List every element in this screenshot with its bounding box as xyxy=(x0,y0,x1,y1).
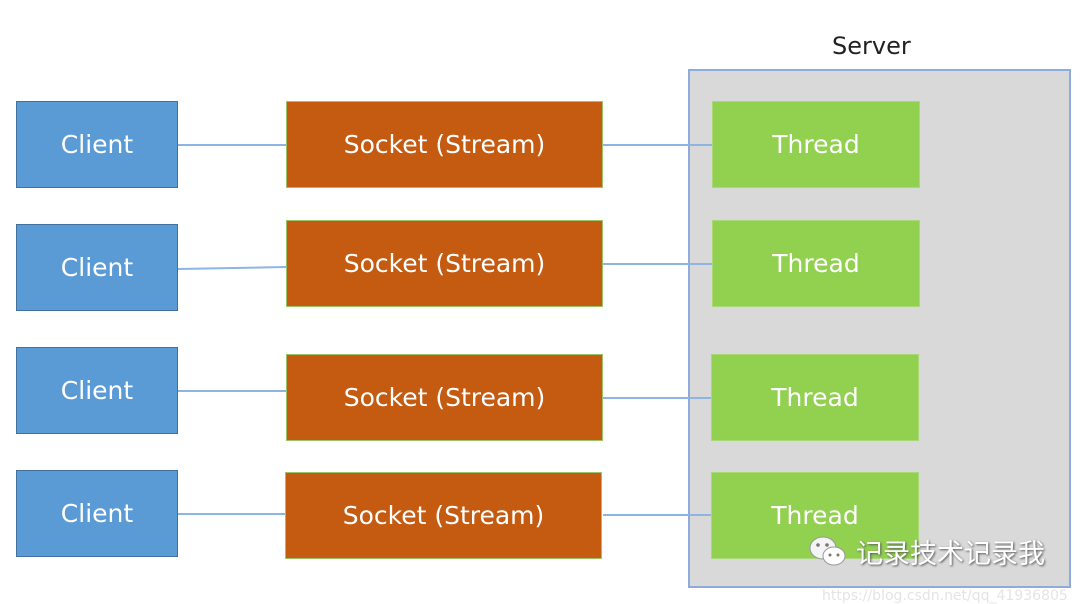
client-box-1: Client xyxy=(16,101,178,188)
client-box-2: Client xyxy=(16,224,178,311)
thread-box-3: Thread xyxy=(711,354,919,441)
wechat-icon xyxy=(809,536,846,565)
socket-box-1: Socket (Stream) xyxy=(286,101,603,188)
socket-box-2: Socket (Stream) xyxy=(286,220,603,307)
client-box-4: Client xyxy=(16,470,178,557)
socket-box-3: Socket (Stream) xyxy=(286,354,603,441)
connector-client-socket-2 xyxy=(177,266,287,270)
thread-box-2: Thread xyxy=(712,220,920,307)
socket-box-4: Socket (Stream) xyxy=(285,472,602,559)
thread-box-1: Thread xyxy=(712,101,920,188)
watermark: 记录技术记录我 xyxy=(808,532,1045,571)
watermark-text: 记录技术记录我 xyxy=(856,539,1045,570)
client-box-3: Client xyxy=(16,347,178,434)
